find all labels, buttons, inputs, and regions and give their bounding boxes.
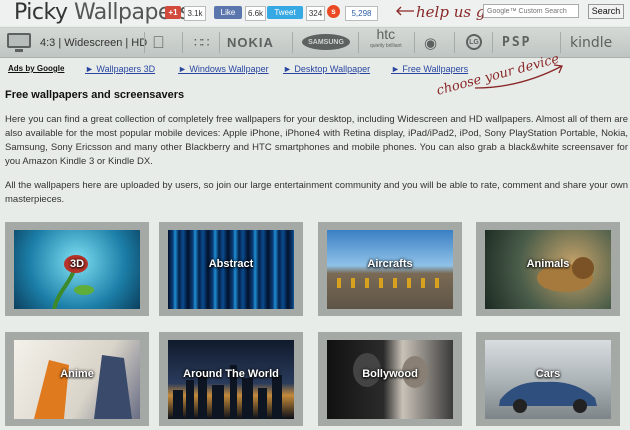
- intro-paragraph: Here you can find a great collection of …: [5, 114, 628, 167]
- category-tile-animals[interactable]: Animals: [476, 222, 620, 316]
- ad-link-free-wallpapers[interactable]: ► Free Wallpapers: [391, 64, 468, 74]
- category-label: Bollywood: [362, 368, 418, 380]
- tweet-count: 324: [306, 6, 325, 21]
- tweet-label: Tweet: [274, 8, 296, 17]
- apple-icon[interactable]: : [152, 28, 165, 57]
- category-label: Aircrafts: [367, 258, 413, 270]
- search-button[interactable]: Search: [588, 4, 624, 19]
- divider: [182, 32, 183, 53]
- divider: [292, 32, 293, 53]
- divider: [144, 32, 145, 53]
- category-label: Anime: [60, 368, 94, 380]
- community-paragraph: All the wallpapers here are uploaded by …: [5, 180, 628, 205]
- ad-link-windows-wallpaper[interactable]: ► Windows Wallpaper: [178, 64, 269, 74]
- ad-link-desktop-wallpaper[interactable]: ► Desktop Wallpaper: [283, 64, 370, 74]
- htc-logo[interactable]: htc quietly brilliant: [370, 26, 402, 57]
- site-logo[interactable]: Picky Wallpapers: [14, 0, 191, 25]
- ads-by-google-label[interactable]: Ads by Google: [8, 64, 64, 73]
- divider: [560, 32, 561, 53]
- category-tile-3d[interactable]: 3D: [5, 222, 149, 316]
- category-tile-anime[interactable]: Anime: [5, 332, 149, 426]
- category-label: Animals: [526, 258, 570, 270]
- category-tile-abstract[interactable]: Abstract: [159, 222, 303, 316]
- category-label: Abstract: [208, 258, 254, 270]
- google-plus-button[interactable]: +1: [165, 6, 181, 19]
- stumbleupon-count: 5,298: [345, 6, 378, 21]
- divider: [454, 32, 455, 53]
- facebook-like-count: 6.6k: [245, 6, 266, 21]
- category-tile-around-the-world[interactable]: Around The World: [159, 332, 303, 426]
- page-title: Free wallpapers and screensavers: [5, 89, 185, 101]
- facebook-like-button[interactable]: Like: [214, 6, 242, 19]
- ad-link-wallpapers-3d[interactable]: ► Wallpapers 3D: [85, 64, 155, 74]
- top-bar: Picky Wallpapers +1 3.1k Like 6.6k Tweet…: [0, 0, 630, 26]
- logo-part1: Picky: [14, 0, 68, 25]
- monitor-icon[interactable]: [7, 33, 31, 48]
- psp-logo[interactable]: PSP: [502, 28, 531, 57]
- category-tile-cars[interactable]: Cars: [476, 332, 620, 426]
- htc-name: htc: [376, 26, 396, 42]
- sony-ericsson-icon[interactable]: ◉: [424, 28, 437, 57]
- stumbleupon-icon[interactable]: s: [327, 5, 340, 18]
- google-plus-count: 3.1k: [184, 6, 206, 21]
- divider: [492, 32, 493, 53]
- category-label: Cars: [535, 368, 561, 380]
- search-input[interactable]: [483, 4, 579, 18]
- category-label: 3D: [69, 258, 85, 270]
- category-tile-bollywood[interactable]: Bollywood: [318, 332, 462, 426]
- htc-tagline: quietly brilliant: [370, 43, 402, 49]
- nokia-logo[interactable]: NOKIA: [227, 28, 274, 57]
- device-bar: 4:3 | Widescreen | HD  ∷∷ NOKIA SAMSUNG…: [0, 27, 630, 58]
- tweet-button[interactable]: Tweet: [267, 6, 303, 19]
- lg-logo[interactable]: LG: [466, 34, 482, 50]
- divider: [414, 32, 415, 53]
- kindle-logo[interactable]: kindle: [570, 28, 612, 57]
- monitor-stand: [15, 49, 23, 52]
- samsung-logo[interactable]: SAMSUNG: [302, 34, 350, 50]
- facebook-like-label: Like: [220, 8, 236, 17]
- help-arrow-icon: [396, 6, 414, 16]
- divider: [219, 32, 220, 53]
- divider: [358, 32, 359, 53]
- resolution-link[interactable]: 4:3 | Widescreen | HD: [40, 28, 147, 57]
- category-label: Around The World: [183, 368, 279, 380]
- blackberry-icon[interactable]: ∷∷: [194, 28, 210, 57]
- category-tile-aircrafts[interactable]: Aircrafts: [318, 222, 462, 316]
